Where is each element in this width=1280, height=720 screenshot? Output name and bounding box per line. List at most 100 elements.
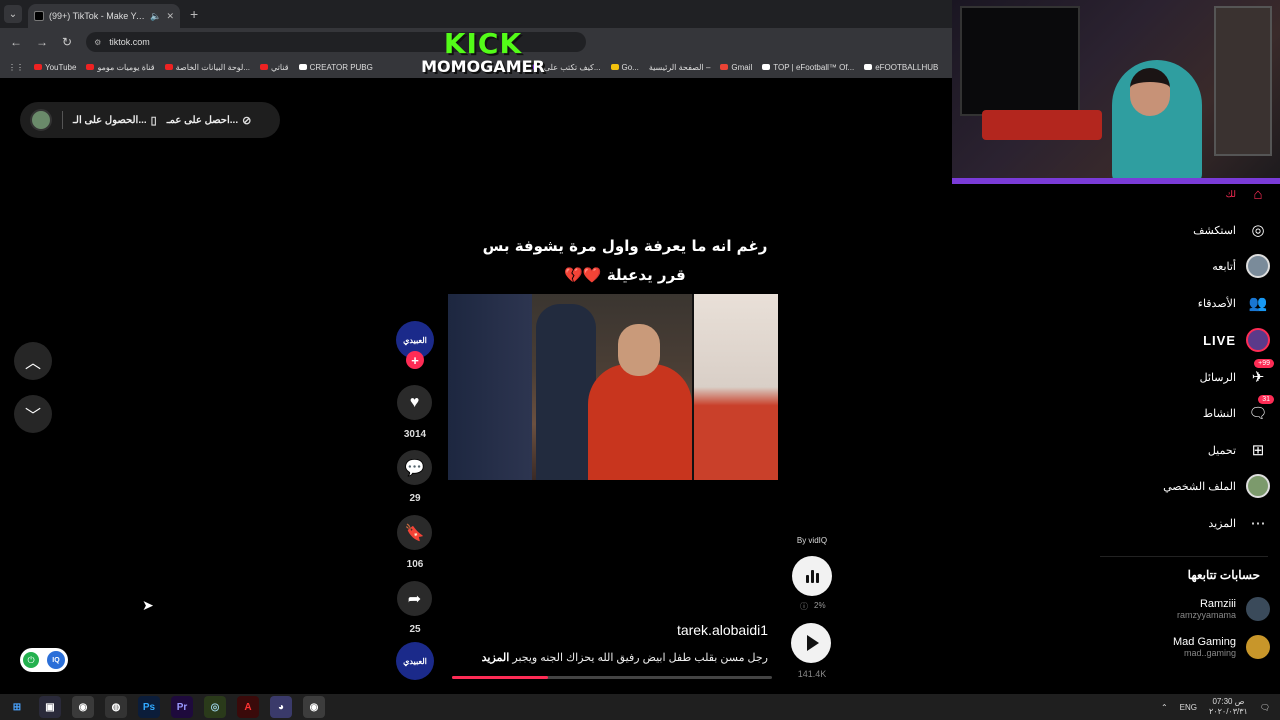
sidebar-item-label: لك (1225, 188, 1236, 199)
tiktok-favicon-icon (34, 11, 44, 21)
follow-plus-button[interactable]: + (406, 351, 424, 369)
video-player[interactable] (448, 294, 778, 480)
discord-icon[interactable]: ◕ (270, 696, 292, 718)
back-icon[interactable]: ← (10, 35, 22, 49)
next-creator-avatar[interactable]: العبيدي (396, 642, 434, 680)
sidebar-item-live[interactable]: LIVE (1203, 327, 1270, 353)
sidebar-item-label: تحميل (1207, 444, 1236, 457)
app-icon[interactable]: A (237, 696, 259, 718)
webcam-desk (982, 110, 1102, 140)
get-app-pill: الحصول على الـ... ▯ احصل على عمـ... ⊘ (20, 102, 280, 138)
followed-account[interactable]: Mad Gaming mad..gaming (1100, 635, 1270, 659)
account-name: Ramziii (1199, 598, 1236, 610)
premiere-icon[interactable]: Pr (171, 696, 193, 718)
followed-account[interactable]: Ramziii ramzyyamama (1100, 597, 1270, 621)
chrome-icon[interactable]: ◉ (303, 696, 325, 718)
comment-icon: 💬 (404, 459, 425, 477)
share-button[interactable]: ➦ (397, 581, 432, 616)
live-avatar (1246, 328, 1270, 352)
sidebar-item-following[interactable]: أتابعه (1212, 253, 1270, 279)
sidebar-item-profile[interactable]: الملف الشخصي (1163, 473, 1270, 499)
video-center-frame (532, 294, 692, 480)
activity-badge: 31 (1258, 395, 1274, 404)
apps-icon[interactable]: ⋮⋮ (8, 63, 24, 72)
sidebar-item-label: النشاط (1202, 407, 1236, 420)
friends-icon: 👥 (1248, 295, 1268, 312)
reload-icon[interactable]: ↻ (62, 35, 72, 49)
comment-button[interactable]: 💬 (397, 450, 432, 485)
live-icon (1246, 328, 1270, 352)
browser-tab[interactable]: (99+) TikTok - Make Your Day 🔈 ✕ (28, 4, 180, 28)
iq-icon: IQ (47, 651, 65, 669)
chevron-up-icon[interactable]: ⌃ (1161, 703, 1168, 712)
bookmark[interactable]: الصفحة الرئيسية – (649, 63, 711, 72)
sidebar-item-activity[interactable]: النشاط 🗨 31 (1202, 395, 1274, 426)
sidebar-item-messages[interactable]: الرسائل ✈ +99 (1199, 359, 1274, 390)
new-tab-button[interactable]: + (190, 6, 198, 22)
get-coins-button[interactable]: احصل على عمـ... ⊘ (167, 114, 252, 127)
app-icon[interactable]: ▣ (39, 696, 61, 718)
bookmark[interactable]: لوحة البيانات الخاصة... (164, 63, 250, 72)
sidebar-item-friends[interactable]: الأصدقاء 👥 (1198, 290, 1270, 316)
sidebar-divider (1100, 556, 1268, 557)
next-video-button[interactable]: ﹀ (14, 395, 52, 433)
save-button[interactable]: 🔖 (397, 515, 432, 550)
bookmark[interactable]: Go... (610, 63, 639, 72)
account-avatar (1246, 635, 1270, 659)
sidebar-item-upload[interactable]: تحميل ⊞ (1208, 437, 1270, 463)
avatar[interactable] (30, 109, 52, 131)
sidebar-item-explore[interactable]: استكشف ◎ (1193, 217, 1270, 243)
video-progress-bar[interactable] (452, 676, 772, 679)
language-indicator[interactable]: ENG (1180, 703, 1197, 712)
webcam-overlay (952, 0, 1280, 184)
windows-start-icon[interactable]: ⊞ (6, 696, 28, 718)
bookmark[interactable]: eFOOTBALLHUB (864, 63, 938, 72)
comment-count: 29 (409, 493, 421, 504)
sidebar-item-label: الرسائل (1199, 371, 1236, 384)
app-icon[interactable]: ◍ (105, 696, 127, 718)
sidebar-item-for-you[interactable]: لك ⌂ (1226, 181, 1270, 207)
get-app-button[interactable]: الحصول على الـ... ▯ (73, 114, 157, 127)
app-icon[interactable]: ◎ (204, 696, 226, 718)
heart-icon: ♥ (409, 393, 420, 411)
like-button[interactable]: ♥ (397, 385, 432, 420)
site-info-icon[interactable]: ⚙ (94, 38, 101, 47)
speaker-icon[interactable]: 🔈 (150, 11, 161, 22)
webcam-shelf (1214, 6, 1272, 156)
bookmark[interactable]: YouTube (34, 63, 76, 72)
bookmark[interactable]: TOP | eFootball™ Of... (762, 63, 854, 72)
save-count: 106 (406, 559, 424, 570)
clock[interactable]: 07:30 ص ٢٠٢٠/٠٣/٣١ (1209, 697, 1248, 717)
see-more-link[interactable]: المزيد (482, 652, 510, 664)
previous-video-button[interactable]: ︿ (14, 342, 52, 380)
sidebar-item-label: أتابعه (1212, 260, 1236, 273)
view-count: 141.4K (797, 669, 827, 679)
phone-icon: ▯ (150, 114, 157, 127)
tab-search-button[interactable]: ⌄ (4, 5, 22, 23)
play-button[interactable] (791, 623, 831, 663)
extension-widget[interactable]: ⏻ IQ (20, 648, 68, 672)
bookmark[interactable]: قناة يوميات مومو (86, 63, 155, 72)
upload-icon: ⊞ (1251, 442, 1265, 459)
sidebar-item-more[interactable]: المزيد ⋯ (1208, 510, 1270, 536)
like-count: 3014 (403, 429, 427, 440)
creator-icon (298, 64, 307, 70)
close-tab-icon[interactable]: ✕ (166, 11, 174, 22)
info-icon[interactable]: ⓘ (800, 601, 808, 612)
vidiq-stats-button[interactable] (792, 556, 832, 596)
sidebar-item-label: الأصدقاء (1197, 297, 1236, 310)
system-tray: ⌃ ENG 07:30 ص ٢٠٢٠/٠٣/٣١ 🗨 (1161, 694, 1270, 720)
google-icon (610, 64, 619, 70)
obs-icon[interactable]: ◉ (72, 696, 94, 718)
photoshop-icon[interactable]: Ps (138, 696, 160, 718)
forward-icon[interactable]: → (36, 35, 48, 49)
video-username[interactable]: tarek.alobaidi1 (560, 622, 768, 638)
bookmark-icon: 🔖 (404, 524, 425, 542)
video-progress-fill (452, 676, 548, 679)
youtube-icon (164, 64, 173, 70)
clock-time: 07:30 ص (1212, 697, 1245, 706)
bookmark[interactable]: Gmail (720, 63, 752, 72)
bookmark[interactable]: CREATOR PUBG (298, 63, 373, 72)
notification-icon[interactable]: 🗨 (1260, 703, 1270, 712)
bookmark[interactable]: قناتي (260, 63, 289, 72)
